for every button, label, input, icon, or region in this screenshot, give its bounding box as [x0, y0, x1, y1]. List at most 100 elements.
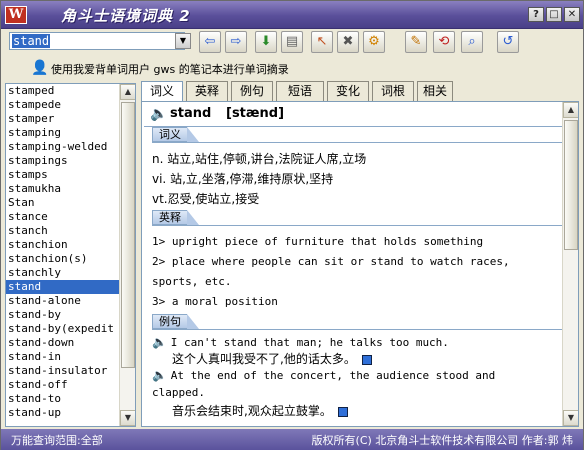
word-list-scrollbar[interactable]: ▲ ▼: [119, 84, 135, 426]
word-list-item[interactable]: stand-by(expedit: [6, 322, 119, 336]
app-logo-icon: W: [5, 6, 27, 24]
word-list-item[interactable]: stamped: [6, 84, 119, 98]
word-list-item[interactable]: stand-in: [6, 350, 119, 364]
back-arrow-icon: ⇦: [204, 34, 216, 49]
word-list-item[interactable]: stand-up: [6, 406, 119, 420]
user-icon: 👤: [31, 60, 49, 76]
magnifier-button[interactable]: ⌕: [461, 31, 483, 53]
word-list-item[interactable]: stamping: [6, 126, 119, 140]
tab-related[interactable]: 相关: [417, 81, 453, 101]
example-zh: 音乐会结束时,观众起立鼓掌。: [172, 402, 348, 419]
scroll-thumb[interactable]: [121, 102, 135, 368]
word-list-item[interactable]: stand-down: [6, 336, 119, 350]
divider: [144, 126, 564, 127]
tab-meaning[interactable]: 词义: [141, 81, 183, 102]
section-tag-meaning: 词义: [152, 127, 199, 142]
word-list-item[interactable]: stampings: [6, 154, 119, 168]
headword: stand: [170, 106, 212, 121]
select-button[interactable]: ↖: [311, 31, 333, 53]
example-en: 🔈 At the end of the concert, the audienc…: [152, 368, 495, 382]
forward-arrow-icon: ⇨: [230, 34, 242, 49]
link-button[interactable]: ⟲: [433, 31, 455, 53]
scroll-up-arrow[interactable]: ▲: [563, 102, 578, 118]
forward-button[interactable]: ⇨: [225, 31, 247, 53]
word-list-item[interactable]: stand-by: [6, 308, 119, 322]
tab-roots[interactable]: 词根: [372, 81, 414, 101]
word-list-item[interactable]: Stan: [6, 196, 119, 210]
word-list-item[interactable]: stanchion(s): [6, 252, 119, 266]
divider: [152, 142, 562, 143]
example-en-cont: clapped.: [152, 386, 205, 399]
english-line: 1> upright piece of furniture that holds…: [152, 235, 484, 248]
status-scope: 万能查询范围:全部: [11, 434, 103, 447]
word-list-item[interactable]: stamper: [6, 112, 119, 126]
english-line: sports, etc.: [152, 275, 232, 288]
meaning-line: vi. 站,立,坐落,停滞,维持原状,坚持: [152, 172, 334, 186]
database-icon: ▤: [285, 34, 299, 49]
word-list-item[interactable]: stamukha: [6, 182, 119, 196]
example-en-text: I can't stand that man; he talks too muc…: [170, 336, 449, 349]
word-list-item[interactable]: stanch: [6, 224, 119, 238]
tab-examples[interactable]: 例句: [231, 81, 273, 101]
tools-icon: ✖: [342, 34, 354, 49]
save-icon[interactable]: [337, 406, 348, 417]
window-title: 角斗士语境词典 2: [61, 7, 191, 25]
word-list-item[interactable]: stanchly: [6, 266, 119, 280]
divider: [152, 329, 562, 330]
definition-scrollbar[interactable]: ▲ ▼: [562, 102, 578, 426]
speaker-icon[interactable]: 🔈: [150, 106, 167, 122]
word-list-item[interactable]: stamping-welded: [6, 140, 119, 154]
word-list-item[interactable]: stand-to: [6, 392, 119, 406]
word-list[interactable]: stamped stampede stamper stamping stamping-w…: [5, 83, 136, 427]
database-button[interactable]: ▤: [281, 31, 303, 53]
section-tag-english: 英释: [152, 210, 199, 225]
tab-phrases[interactable]: 短语: [276, 81, 324, 101]
app-window: W 角斗士语境词典 2 ? □ ✕ stand ▼ ⇦ ⇨ ⬇ ▤ ↖ ✖ ⚙ …: [0, 0, 584, 450]
scroll-down-arrow[interactable]: ▼: [120, 410, 135, 426]
tab-inflections[interactable]: 变化: [327, 81, 369, 101]
settings-button[interactable]: ⚙: [363, 31, 385, 53]
example-zh: 这个人真叫我受不了,他的话太多。: [172, 350, 372, 367]
word-list-item[interactable]: stand-off: [6, 378, 119, 392]
scroll-up-arrow[interactable]: ▲: [120, 84, 135, 100]
undo-icon: ↺: [502, 34, 514, 49]
word-list-item[interactable]: stamps: [6, 168, 119, 182]
word-list-item[interactable]: stance: [6, 210, 119, 224]
speaker-icon[interactable]: 🔈: [152, 335, 167, 349]
word-list-item[interactable]: stand-insulator: [6, 364, 119, 378]
english-line: 3> a moral position: [152, 295, 278, 308]
undo-button[interactable]: ↺: [497, 31, 519, 53]
search-input[interactable]: stand: [9, 32, 185, 50]
word-list-item[interactable]: stampede: [6, 98, 119, 112]
tab-english[interactable]: 英释: [186, 81, 228, 101]
word-list-item[interactable]: stand: [6, 280, 119, 294]
example-zh-text: 音乐会结束时,观众起立鼓掌。: [172, 404, 332, 418]
close-button[interactable]: ✕: [564, 7, 580, 22]
status-bar: 万能查询范围:全部 版权所有(C) 北京角斗士软件技术有限公司 作者:郭 炜: [1, 429, 583, 450]
example-en: 🔈 I can't stand that man; he talks too m…: [152, 335, 449, 349]
word-list-item[interactable]: stand-alone: [6, 294, 119, 308]
link-icon: ⟲: [438, 34, 450, 49]
speaker-icon[interactable]: 🔈: [152, 368, 167, 382]
meaning-line: vt.忍受,使站立,接受: [152, 192, 260, 206]
tools-button[interactable]: ✖: [337, 31, 359, 53]
search-dropdown-button[interactable]: ▼: [175, 33, 191, 49]
scroll-down-arrow[interactable]: ▼: [563, 410, 578, 426]
magnifier-icon: ⌕: [468, 34, 476, 49]
example-en-text: At the end of the concert, the audience …: [170, 369, 496, 382]
save-icon[interactable]: [361, 354, 372, 365]
definition-panel[interactable]: 🔈 stand [stænd] 词义 n. 站立,站住,停顿,讲台,法院证人席,…: [141, 101, 579, 427]
scroll-thumb[interactable]: [564, 120, 578, 250]
download-button[interactable]: ⬇: [255, 31, 277, 53]
search-input-value: stand: [12, 34, 51, 48]
cursor-select-icon: ↖: [316, 34, 328, 49]
word-list-item[interactable]: stanchion: [6, 238, 119, 252]
user-notebook-text: 使用我爱背单词用户 gws 的笔记本进行单词摘录: [51, 63, 289, 76]
download-icon: ⬇: [260, 34, 272, 49]
title-bar[interactable]: W 角斗士语境词典 2 ? □ ✕: [1, 1, 583, 29]
gear-icon: ⚙: [368, 34, 380, 49]
maximize-button[interactable]: □: [546, 7, 562, 22]
back-button[interactable]: ⇦: [199, 31, 221, 53]
notebook-button[interactable]: ✎: [405, 31, 427, 53]
help-button[interactable]: ?: [528, 7, 544, 22]
